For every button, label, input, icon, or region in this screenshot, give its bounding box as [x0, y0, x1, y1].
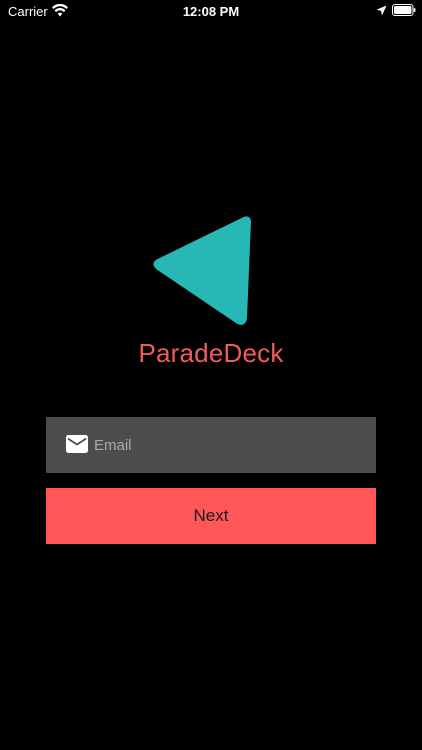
battery-icon: [392, 4, 416, 16]
email-input[interactable]: [94, 417, 364, 473]
app-name: ParadeDeck: [138, 338, 284, 368]
logo-triangle: [153, 216, 251, 325]
email-field[interactable]: [46, 417, 376, 473]
next-button[interactable]: Next: [46, 488, 376, 544]
mail-icon: [66, 435, 88, 453]
location-arrow-icon: [376, 5, 387, 16]
status-bar: Carrier 12:08 PM: [0, 0, 422, 24]
play-triangle-logo: [153, 216, 251, 325]
status-time: 12:08 PM: [182, 4, 240, 19]
